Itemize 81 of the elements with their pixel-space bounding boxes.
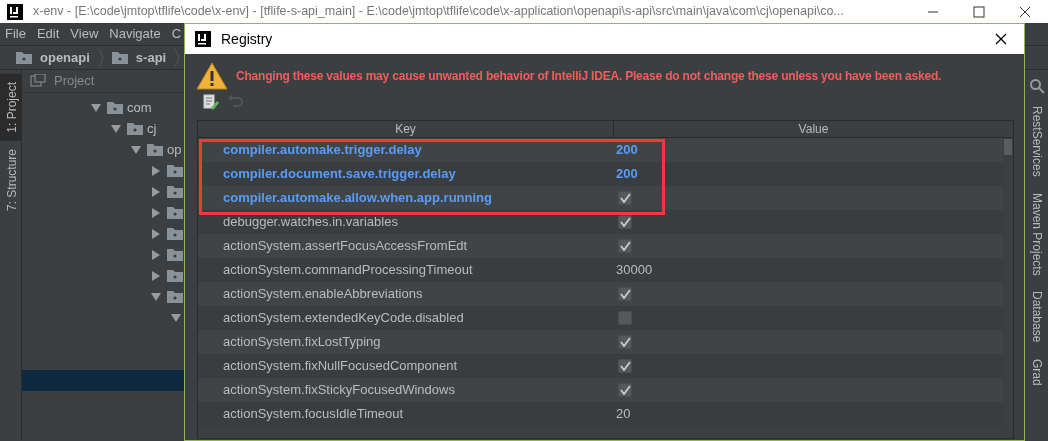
check-icon xyxy=(619,289,631,299)
check-icon xyxy=(619,193,631,203)
warning-icon xyxy=(196,62,228,90)
folder-icon xyxy=(147,143,163,156)
tool-window-tab[interactable]: Grad xyxy=(1023,354,1048,390)
expand-arrow-icon[interactable] xyxy=(150,269,162,282)
search-icon[interactable] xyxy=(1028,78,1045,94)
registry-key: actionSystem.fixStickyFocusedWindows xyxy=(198,380,614,400)
expand-arrow-icon[interactable] xyxy=(150,164,162,177)
tool-window-tab[interactable]: Database xyxy=(1023,287,1048,347)
folder-icon xyxy=(111,51,128,64)
expand-arrow-icon[interactable] xyxy=(150,206,162,219)
registry-key: compiler.automake.trigger.delay xyxy=(198,140,614,160)
folder-icon xyxy=(127,122,143,135)
close-icon xyxy=(995,33,1007,45)
registry-value[interactable]: 200 xyxy=(614,164,638,184)
edit-icon[interactable] xyxy=(203,94,219,110)
check-icon xyxy=(619,337,631,347)
app-logo-icon xyxy=(195,31,211,47)
tool-window-tab[interactable]: 7: Structure xyxy=(0,140,21,219)
collapse-arrow-icon[interactable] xyxy=(90,101,102,114)
collapse-arrow-icon[interactable] xyxy=(110,122,122,135)
tool-window-tab[interactable]: RestServices xyxy=(1023,102,1048,181)
checkbox[interactable] xyxy=(618,191,632,205)
registry-value[interactable]: 20 xyxy=(614,404,631,424)
check-icon xyxy=(619,241,631,251)
menu-item[interactable]: Navigate xyxy=(104,24,167,44)
check-icon xyxy=(619,361,631,371)
checkbox[interactable] xyxy=(618,335,632,349)
checkbox[interactable] xyxy=(618,215,632,229)
maximize-icon xyxy=(973,5,985,18)
tool-window-tab[interactable]: 1: Project xyxy=(0,74,21,141)
close-icon xyxy=(1019,5,1031,18)
registry-key: actionSystem.enableAbbreviations xyxy=(198,284,614,304)
checkbox[interactable] xyxy=(618,359,632,373)
app-logo-icon xyxy=(7,3,23,20)
column-header[interactable]: Value xyxy=(614,121,1013,137)
tree-item[interactable]: cj xyxy=(147,118,157,139)
breadcrumb-item[interactable]: s-api xyxy=(135,47,167,68)
checkbox[interactable] xyxy=(618,383,632,397)
registry-value[interactable]: 30000 xyxy=(614,260,653,280)
chevron-icon xyxy=(174,47,181,68)
folder-icon xyxy=(16,51,32,64)
project-icon xyxy=(30,74,46,88)
check-icon xyxy=(619,385,631,395)
registry-key: actionSystem.focusIdleTimeout xyxy=(198,404,614,424)
column-header[interactable]: Key xyxy=(198,121,614,137)
registry-key: actionSystem.fixLostTyping xyxy=(198,332,614,352)
registry-key: actionSystem.extendedKeyCode.disabled xyxy=(198,308,614,328)
menu-item[interactable]: Edit xyxy=(31,24,66,44)
registry-key: debugger.watches.in.variables xyxy=(198,212,614,232)
tree-item[interactable]: op xyxy=(167,139,182,160)
breadcrumb-item[interactable]: openapi xyxy=(40,47,90,68)
check-icon xyxy=(619,217,631,227)
expand-arrow-icon[interactable] xyxy=(150,185,162,198)
registry-key: actionSystem.assertFocusAccessFromEdt xyxy=(198,236,614,256)
warning-message: Changing these values may cause unwanted behavior of IntelliJ IDEA. Please do not change these unless you have been asked. xyxy=(236,68,942,85)
checkbox[interactable] xyxy=(618,239,632,253)
registry-key: actionSystem.commandProcessingTimeout xyxy=(198,260,614,280)
collapse-arrow-icon[interactable] xyxy=(170,311,182,324)
tool-window-tab[interactable]: Maven Projects xyxy=(1023,188,1048,280)
menu-item[interactable]: File xyxy=(0,24,32,44)
menu-item[interactable]: C xyxy=(166,24,187,44)
menu-item[interactable]: View xyxy=(65,24,105,44)
registry-value[interactable]: 200 xyxy=(614,140,638,160)
window-title: x-env - [E:\code\jmtop\tflife\code\x-env] - [tflife-s-api_main] - E:\code\jmtop\tflife\code\x-application\openapi\s-api\src\main\java\com\cj\openapi\co... xyxy=(33,3,845,21)
chevron-icon xyxy=(97,47,104,68)
collapse-arrow-icon[interactable] xyxy=(130,143,142,156)
expand-arrow-icon[interactable] xyxy=(150,227,162,240)
checkbox[interactable] xyxy=(618,311,632,325)
panel-title: Project xyxy=(54,72,95,91)
folder-icon xyxy=(107,101,123,114)
scrollbar-thumb[interactable] xyxy=(1004,139,1012,155)
registry-key: actionSystem.fixNullFocusedComponent xyxy=(198,356,614,376)
collapse-arrow-icon[interactable] xyxy=(150,290,162,303)
dialog-title: Registry xyxy=(221,29,274,49)
tree-item[interactable]: com xyxy=(127,97,152,118)
registry-key: compiler.automake.allow.when.app.running xyxy=(198,188,614,208)
registry-key: compiler.document.save.trigger.delay xyxy=(198,164,614,184)
expand-arrow-icon[interactable] xyxy=(150,248,162,261)
checkbox[interactable] xyxy=(618,287,632,301)
